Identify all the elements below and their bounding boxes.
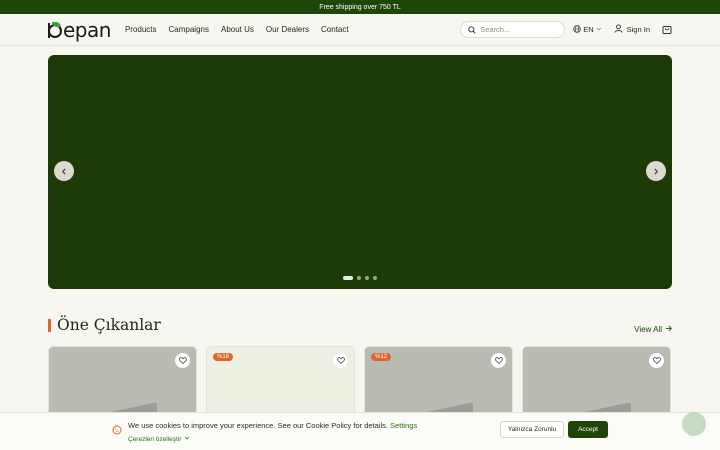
- search-input[interactable]: Search...: [460, 21, 566, 39]
- main-nav: Products Campaigns About Us Our Dealers …: [125, 25, 349, 34]
- accept-cookies-button[interactable]: Accept: [568, 421, 608, 438]
- logo-mark-icon: [48, 21, 62, 39]
- cookie-settings-link[interactable]: Settings: [390, 421, 417, 430]
- carousel-dot-2[interactable]: [357, 276, 361, 280]
- carousel-dots: [343, 276, 377, 280]
- cookie-banner: We use cookies to improve your experienc…: [0, 412, 720, 450]
- cookie-preferences-toggle[interactable]: Çerezleri özelleştir: [128, 435, 190, 443]
- cookie-preferences-label: Çerezleri özelleştir: [128, 435, 182, 443]
- heart-icon: [652, 357, 661, 364]
- cart-icon[interactable]: [662, 21, 672, 39]
- cookie-message-text: We use cookies to improve your experienc…: [128, 421, 388, 430]
- logo-text: epan: [63, 17, 111, 42]
- nav-item-products[interactable]: Products: [125, 25, 157, 34]
- chevron-left-icon: [61, 162, 67, 180]
- heart-icon: [336, 357, 345, 364]
- nav-item-about-us[interactable]: About Us: [221, 25, 254, 34]
- cookie-icon: [112, 422, 122, 440]
- nav-item-our-dealers[interactable]: Our Dealers: [266, 25, 309, 34]
- discount-badge: %12: [371, 353, 392, 361]
- sign-in-button[interactable]: Sign In: [614, 24, 650, 35]
- heading-accent-bar: [48, 318, 51, 332]
- view-all-link[interactable]: View All: [634, 325, 672, 334]
- carousel-dot-4[interactable]: [373, 276, 377, 280]
- favorite-button[interactable]: [649, 353, 664, 368]
- nav-item-contact[interactable]: Contact: [321, 25, 349, 34]
- carousel-next-button[interactable]: [646, 161, 666, 181]
- carousel-dot-1[interactable]: [343, 276, 353, 280]
- nav-item-campaigns[interactable]: Campaigns: [169, 25, 209, 34]
- favorite-button[interactable]: [175, 353, 190, 368]
- hero-carousel: [48, 55, 672, 289]
- arrow-right-icon: [665, 325, 672, 334]
- globe-icon: [573, 24, 581, 35]
- language-label: EN: [583, 25, 594, 34]
- carousel-dot-3[interactable]: [365, 276, 369, 280]
- carousel-prev-button[interactable]: [54, 161, 74, 181]
- featured-heading: Öne Çıkanlar: [48, 316, 161, 334]
- chevron-down-icon: [596, 25, 602, 34]
- search-icon: [468, 21, 476, 39]
- announcement-bar: Free shipping over 750 TL: [0, 0, 720, 14]
- logo[interactable]: epan: [48, 18, 111, 42]
- featured-title: Öne Çıkanlar: [57, 316, 161, 334]
- language-selector[interactable]: EN: [573, 24, 602, 35]
- cookie-message: We use cookies to improve your experienc…: [128, 421, 417, 430]
- site-header: epan Products Campaigns About Us Our Dea…: [0, 14, 720, 46]
- sign-in-label: Sign In: [626, 25, 650, 34]
- favorite-button[interactable]: [491, 353, 506, 368]
- announcement-text: Free shipping over 750 TL: [319, 3, 401, 11]
- chevron-right-icon: [653, 162, 659, 180]
- floating-action-button[interactable]: [682, 412, 706, 436]
- discount-badge: %18: [213, 353, 234, 361]
- user-icon: [614, 24, 623, 35]
- search-placeholder: Search...: [480, 25, 511, 34]
- chevron-down-icon: [184, 435, 190, 443]
- view-all-label: View All: [634, 325, 662, 334]
- favorite-button[interactable]: [333, 353, 348, 368]
- necessary-only-button[interactable]: Yalnızca Zorunlu: [500, 421, 564, 438]
- heart-icon: [494, 357, 503, 364]
- heart-icon: [178, 357, 187, 364]
